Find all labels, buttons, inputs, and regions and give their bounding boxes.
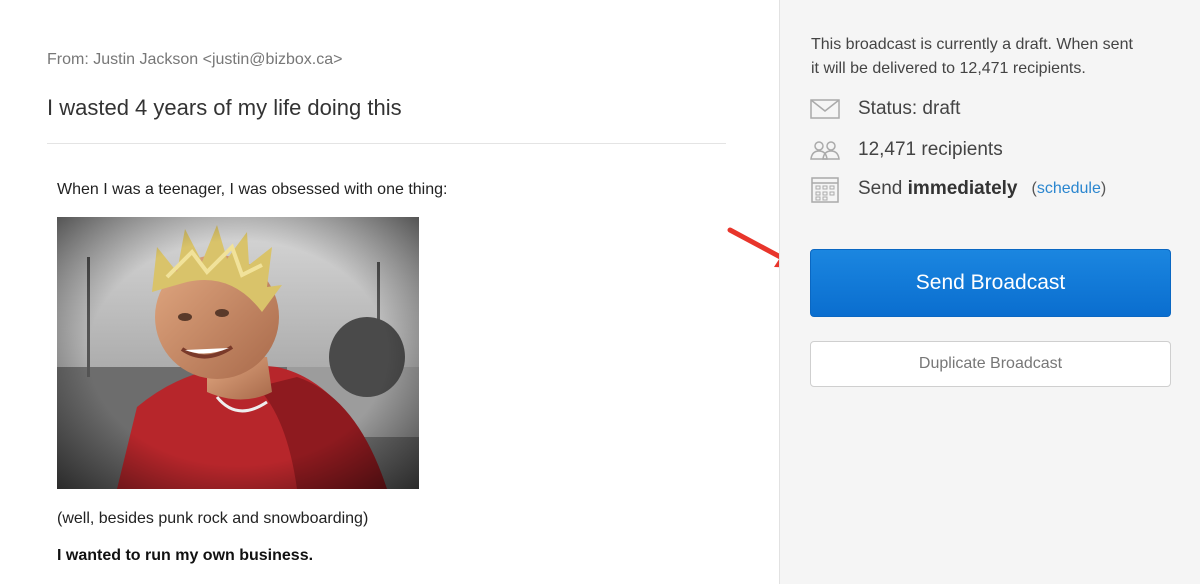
send-timing-value: immediately — [907, 178, 1018, 199]
status-label: Status: draft — [858, 98, 961, 119]
send-time-row: Send immediately (schedule) — [809, 177, 1106, 203]
send-broadcast-button[interactable]: Send Broadcast — [810, 249, 1171, 317]
duplicate-broadcast-button[interactable]: Duplicate Broadcast — [810, 341, 1171, 387]
send-prefix: Send — [858, 178, 903, 199]
recipients-row: 12,471 recipients — [809, 138, 1003, 162]
broadcast-info-text: This broadcast is currently a draft. Whe… — [811, 36, 1133, 77]
people-icon — [809, 138, 841, 162]
photo-illustration — [57, 217, 419, 489]
divider — [47, 143, 726, 144]
email-subject: I wasted 4 years of my life doing this — [47, 95, 402, 120]
email-photo — [57, 217, 419, 489]
email-paragraph: When I was a teenager, I was obsessed wi… — [57, 181, 448, 198]
email-paragraph: (well, besides punk rock and snowboardin… — [57, 510, 369, 527]
broadcast-sidebar: This broadcast is currently a draft. Whe… — [779, 0, 1200, 584]
email-preview: From: Justin Jackson <justin@bizbox.ca> … — [0, 0, 779, 584]
schedule-link[interactable]: schedule — [1037, 180, 1101, 197]
status-row: Status: draft — [809, 97, 960, 121]
calendar-icon — [809, 177, 841, 203]
email-paragraph-bold: I wanted to run my own business. — [57, 547, 314, 564]
envelope-icon — [809, 97, 841, 121]
schedule-wrapper: (schedule) — [1031, 180, 1106, 198]
paren-close: ) — [1100, 180, 1107, 197]
email-from: From: Justin Jackson <justin@bizbox.ca> — [47, 51, 343, 68]
recipients-label: 12,471 recipients — [858, 139, 1003, 160]
